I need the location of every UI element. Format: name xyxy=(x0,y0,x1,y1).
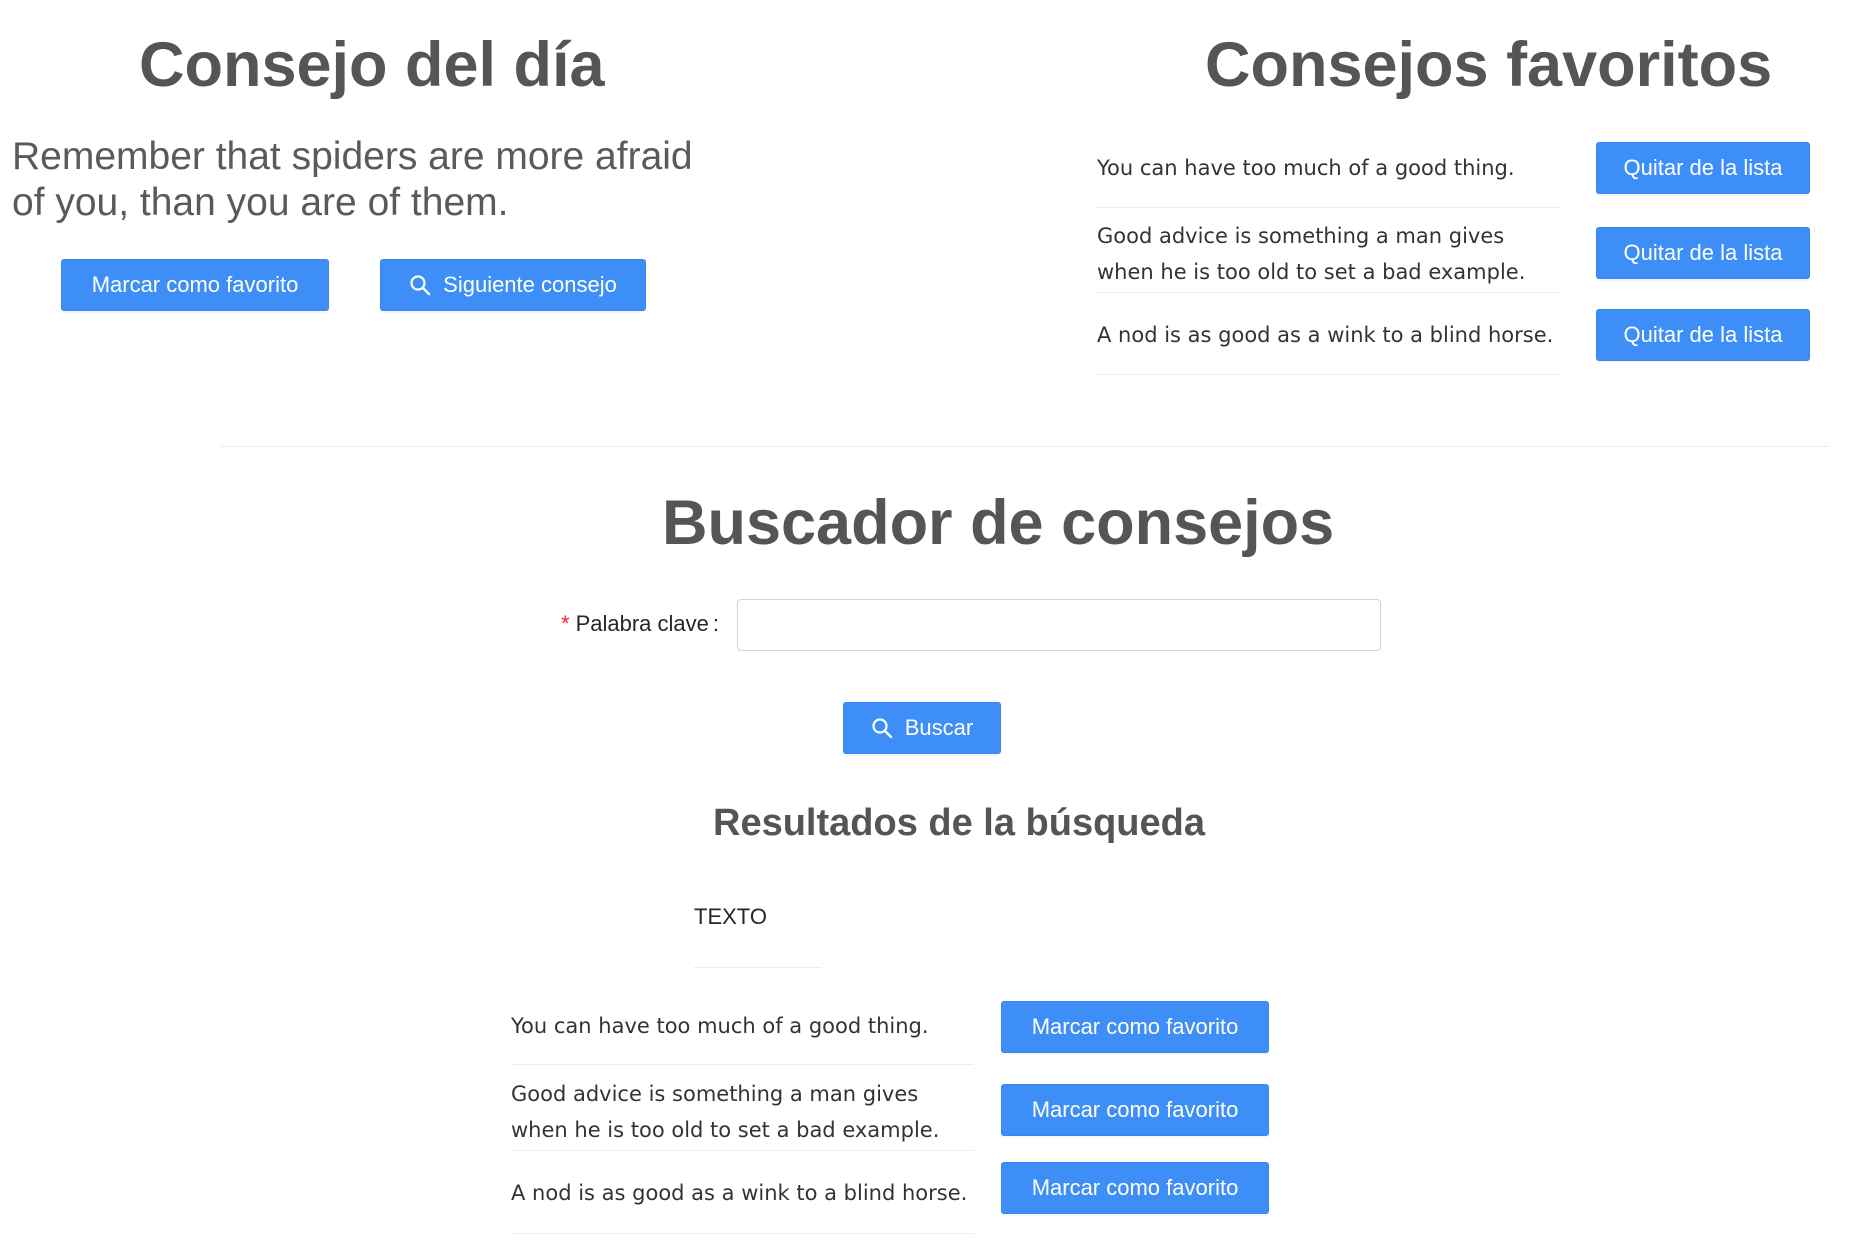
next-tip-button[interactable]: Siguiente consejo xyxy=(380,259,646,311)
remove-favorite-label: Quitar de la lista xyxy=(1623,322,1783,347)
keyword-input[interactable] xyxy=(737,599,1381,651)
row-divider xyxy=(511,1064,974,1065)
mark-favorite-button[interactable]: Marcar como favorito xyxy=(1001,1162,1269,1214)
row-divider xyxy=(1097,292,1560,293)
mark-favorite-label: Marcar como favorito xyxy=(1031,1175,1239,1200)
keyword-label-text: Palabra clave xyxy=(575,611,709,636)
favorite-item-text: A nod is as good as a wink to a blind ho… xyxy=(1097,323,1554,347)
header-underline xyxy=(694,967,822,968)
results-column-header: TEXTO xyxy=(694,904,767,929)
required-mark: * xyxy=(561,611,570,636)
search-icon xyxy=(409,274,431,296)
section-divider xyxy=(221,446,1829,447)
remove-favorite-button[interactable]: Quitar de la lista xyxy=(1596,227,1810,279)
mark-favorite-button[interactable]: Marcar como favorito xyxy=(1001,1084,1269,1136)
remove-favorite-button[interactable]: Quitar de la lista xyxy=(1596,309,1810,361)
favorite-item-text: You can have too much of a good thing. xyxy=(1097,156,1515,180)
result-item-text: Good advice is something a man gives whe… xyxy=(511,1082,940,1142)
tip-of-day-text: Remember that spiders are more afraid of… xyxy=(12,135,693,224)
mark-favorite-label: Marcar como favorito xyxy=(1031,1014,1239,1039)
row-divider xyxy=(511,1233,974,1234)
result-item-text: You can have too much of a good thing. xyxy=(511,1014,929,1038)
tip-of-day-title: Consejo del día xyxy=(139,30,605,100)
favorites-title: Consejos favoritos xyxy=(1205,30,1773,100)
mark-favorite-button[interactable]: Marcar como favorito xyxy=(61,259,329,311)
favorite-item-text: Good advice is something a man gives whe… xyxy=(1097,224,1526,284)
keyword-label: * Palabra clave: xyxy=(561,611,719,637)
result-item-text: A nod is as good as a wink to a blind ho… xyxy=(511,1181,968,1205)
search-button-label: Buscar xyxy=(904,715,974,740)
label-colon: : xyxy=(712,611,719,636)
next-tip-label: Siguiente consejo xyxy=(443,272,617,297)
remove-favorite-label: Quitar de la lista xyxy=(1623,240,1783,265)
remove-favorite-button[interactable]: Quitar de la lista xyxy=(1596,142,1810,194)
search-icon xyxy=(871,717,893,739)
row-divider xyxy=(1097,207,1560,208)
mark-favorite-button[interactable]: Marcar como favorito xyxy=(1001,1001,1269,1053)
row-divider xyxy=(511,1150,974,1151)
results-title: Resultados de la búsqueda xyxy=(713,802,1205,844)
remove-favorite-label: Quitar de la lista xyxy=(1623,155,1783,180)
mark-favorite-label: Marcar como favorito xyxy=(91,272,299,297)
search-title: Buscador de consejos xyxy=(662,488,1335,558)
search-button[interactable]: Buscar xyxy=(843,702,1001,754)
mark-favorite-label: Marcar como favorito xyxy=(1031,1097,1239,1122)
row-divider xyxy=(1097,374,1560,375)
